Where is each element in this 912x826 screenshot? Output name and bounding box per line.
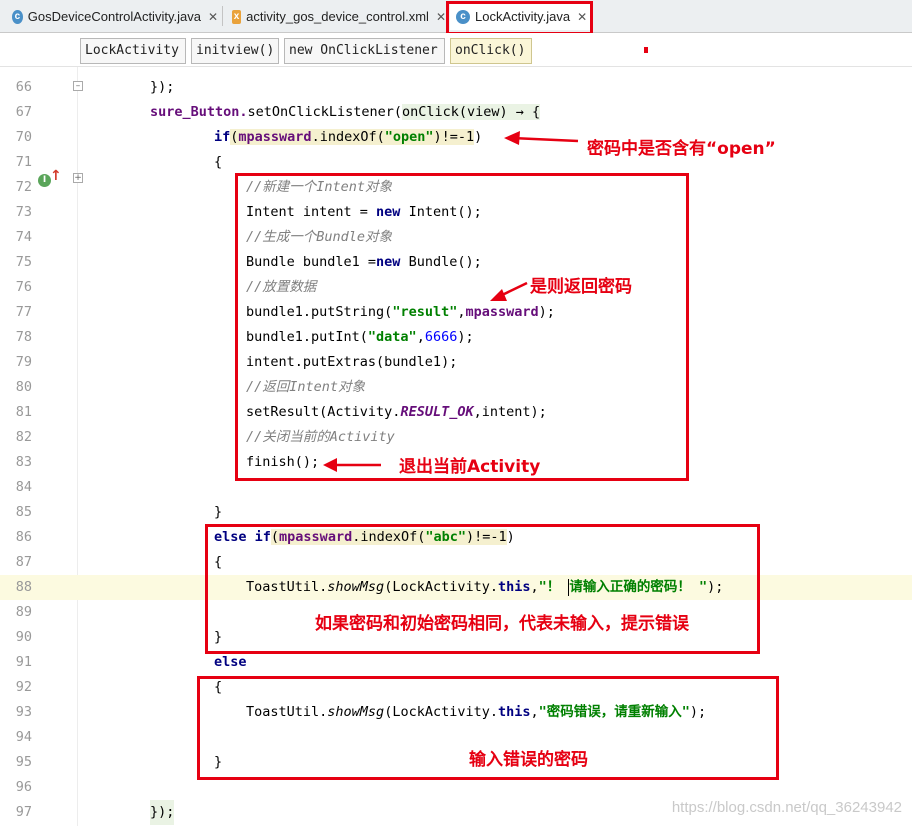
else-if-branch-highlight-box: [205, 524, 760, 654]
xml-file-icon: x: [232, 9, 242, 24]
breadcrumb-method[interactable]: initview(): [191, 38, 279, 64]
close-icon[interactable]: ✕: [208, 10, 218, 24]
code-line-67: 67 sure_Button.setOnClickListener(onClic…: [15, 104, 541, 120]
tab-label: activity_gos_device_control.xml: [246, 9, 429, 24]
fold-marker-icon[interactable]: –: [73, 81, 83, 91]
java-class-icon: c: [12, 9, 23, 24]
breadcrumb-onclick[interactable]: onClick(): [450, 38, 532, 64]
if-branch-highlight-box: [235, 173, 689, 481]
annotation-return-password: 是则返回密码: [530, 277, 632, 297]
annotation-contains-open: 密码中是否含有“open”: [587, 139, 776, 159]
code-line-85: 85 }: [15, 504, 223, 520]
marker-dot: [644, 47, 648, 53]
tab-gos-device-control-activity[interactable]: c GosDeviceControlActivity.java ✕: [6, 3, 218, 30]
tab-label: GosDeviceControlActivity.java: [27, 9, 201, 24]
annotation-exit-activity: 退出当前Activity: [399, 457, 541, 477]
annotation-wrong-password: 输入错误的密码: [469, 750, 588, 770]
close-icon[interactable]: ✕: [436, 10, 446, 24]
annotation-same-as-initial: 如果密码和初始密码相同，代表未输入，提示错误: [315, 614, 689, 634]
breadcrumb: LockActivity initview() new OnClickListe…: [0, 33, 912, 67]
active-tab-highlight-box: [446, 1, 593, 35]
tab-activity-gos-device-control-xml[interactable]: x activity_gos_device_control.xml ✕: [226, 3, 446, 30]
breadcrumb-class[interactable]: LockActivity: [80, 38, 186, 64]
breadcrumb-listener[interactable]: new OnClickListener: [284, 38, 445, 64]
code-line-66: 66 });: [15, 79, 175, 95]
watermark: https://blog.csdn.net/qq_36243942: [671, 799, 902, 816]
